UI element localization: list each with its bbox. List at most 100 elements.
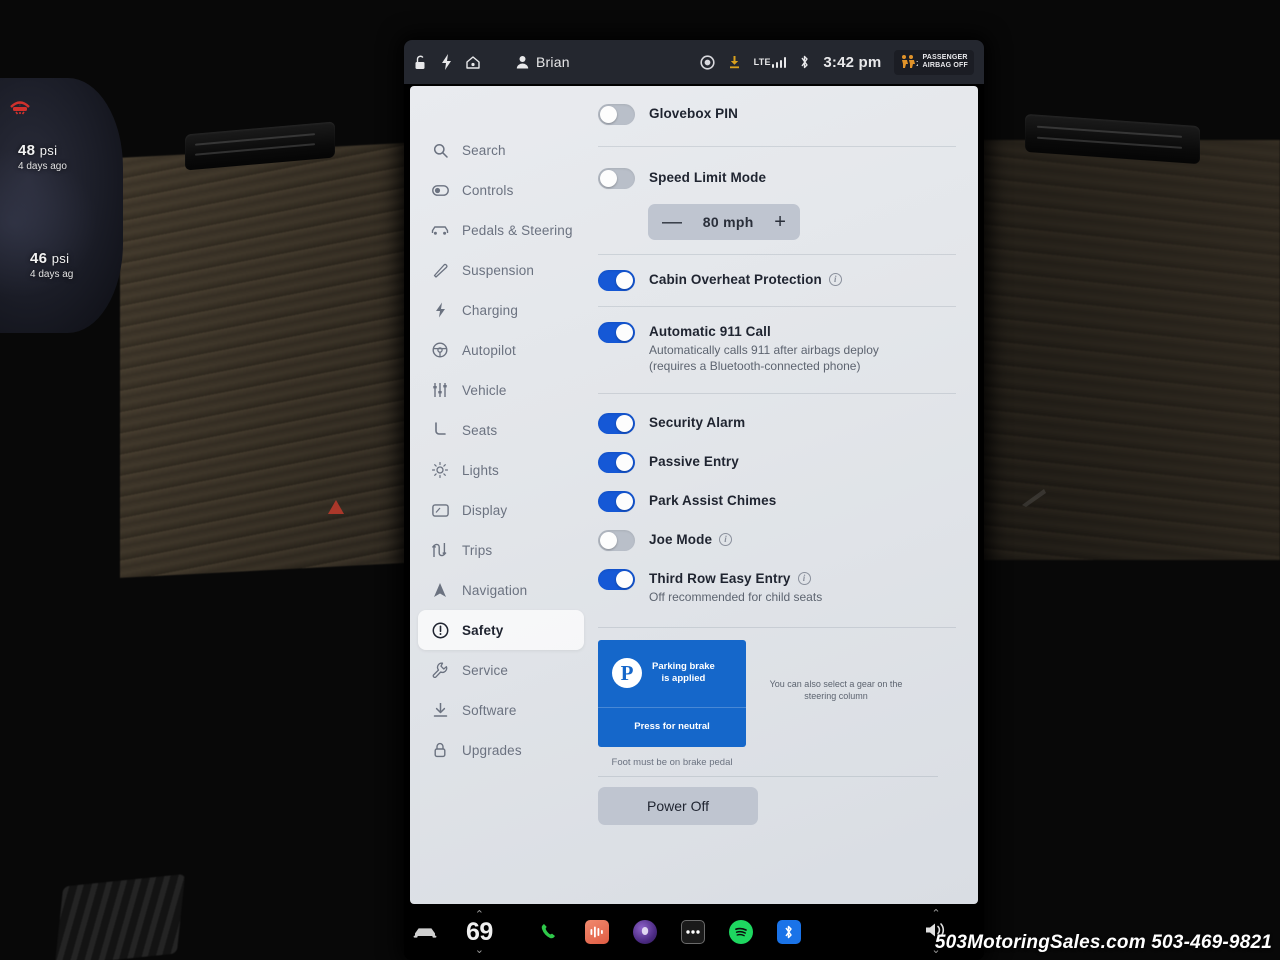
sidebar-item-label: Trips xyxy=(462,542,493,558)
profile-name: Brian xyxy=(536,54,570,70)
apps-icon[interactable] xyxy=(680,920,705,944)
setting-row-speed-limit-mode[interactable]: Speed Limit Mode xyxy=(598,159,956,198)
volume-up-chevron-icon[interactable]: ⌃ xyxy=(931,909,940,920)
speed-limit-mode-toggle[interactable] xyxy=(598,168,635,189)
airbag-figure-icon: 2 xyxy=(900,54,921,71)
setting-row-cabin-overheat-protection[interactable]: Cabin Overheat Protection i xyxy=(598,261,956,300)
cabin-overheat-protection-toggle[interactable] xyxy=(598,270,635,291)
gear-selector-section: P Parking brake is applied Press for neu… xyxy=(598,639,956,747)
sidebar-item-label: Lights xyxy=(462,462,499,478)
setting-label: Passive Entry xyxy=(649,454,739,470)
divider xyxy=(598,254,956,255)
profile-button[interactable]: Brian xyxy=(516,54,570,70)
sidebar-item-autopilot[interactable]: Autopilot xyxy=(418,330,584,370)
setting-row-third-row-easy-entry[interactable]: Third Row Easy Entry i Off recommended f… xyxy=(598,560,956,614)
setting-row-glovebox-pin[interactable]: Glovebox PIN xyxy=(598,86,956,134)
media-icon[interactable] xyxy=(584,920,609,944)
press-for-neutral-button[interactable]: Press for neutral xyxy=(598,708,746,746)
setting-row-joe-mode[interactable]: Joe Mode i xyxy=(598,521,956,560)
sidebar-item-lights[interactable]: Lights xyxy=(418,450,584,490)
sidebar-item-service[interactable]: Service xyxy=(418,650,584,690)
setting-description: Automatically calls 911 after airbags de… xyxy=(649,343,879,374)
bluetooth-icon[interactable] xyxy=(776,920,801,944)
instrument-cluster xyxy=(0,78,123,333)
settings-panel: Search Controls Pedals & Steering Suspen… xyxy=(410,86,978,904)
airbag-badge-text: PASSENGER AIRBAG OFF xyxy=(922,54,968,70)
temp-down-chevron-icon[interactable]: ⌄ xyxy=(475,944,484,955)
setting-label: Cabin Overheat Protection xyxy=(649,272,822,287)
park-assist-chimes-toggle[interactable] xyxy=(598,491,635,513)
sliders-icon xyxy=(431,381,449,399)
spotify-icon[interactable] xyxy=(728,920,753,944)
home-icon[interactable] xyxy=(465,55,481,70)
parking-brake-text: Parking brake is applied xyxy=(652,661,715,686)
sidebar-item-suspension[interactable]: Suspension xyxy=(418,250,584,290)
clock: 3:42 pm xyxy=(823,53,882,71)
download-icon[interactable] xyxy=(728,55,741,69)
svg-text:2: 2 xyxy=(916,60,918,68)
parking-brake-card[interactable]: P Parking brake is applied Press for neu… xyxy=(598,639,746,747)
setting-row-park-assist-chimes[interactable]: Park Assist Chimes xyxy=(598,482,956,521)
sidebar-item-display[interactable]: Display xyxy=(418,490,584,530)
sidebar-item-controls[interactable]: Controls xyxy=(418,170,584,210)
trips-icon xyxy=(431,541,449,559)
joe-mode-toggle[interactable] xyxy=(598,530,635,552)
passive-entry-toggle[interactable] xyxy=(598,452,635,474)
automatic-911-call-toggle[interactable] xyxy=(598,322,635,343)
suspension-icon xyxy=(431,261,449,279)
sidebar-item-vehicle[interactable]: Vehicle xyxy=(418,370,584,410)
accelerator-pedal xyxy=(54,873,186,960)
unlock-icon[interactable] xyxy=(414,55,428,70)
setting-label: Park Assist Chimes xyxy=(649,493,777,509)
rear-psi-value: 46 xyxy=(30,250,48,267)
lock-icon xyxy=(431,741,449,759)
parking-brake-line-2: is applied xyxy=(661,673,706,685)
browser-icon[interactable] xyxy=(632,920,657,944)
dealer-watermark: 503MotoringSales.com 503-469-9821 xyxy=(934,932,1272,953)
setting-description: Off recommended for child seats xyxy=(649,590,823,605)
phone-icon[interactable] xyxy=(537,920,561,944)
sidebar-item-label: Suspension xyxy=(462,262,535,278)
warning-icon xyxy=(431,621,449,639)
sidebar-item-safety[interactable]: Safety xyxy=(418,610,584,650)
sidebar-item-software[interactable]: Software xyxy=(418,690,584,730)
sidebar-item-navigation[interactable]: Navigation xyxy=(418,570,584,610)
sidebar-item-charging[interactable]: Charging xyxy=(418,290,584,330)
front-psi-value: 48 xyxy=(18,142,36,159)
info-icon[interactable]: i xyxy=(797,572,811,586)
power-off-button[interactable]: Power Off xyxy=(598,786,758,825)
toggle-icon xyxy=(431,181,449,199)
sidebar-item-seats[interactable]: Seats xyxy=(418,410,584,450)
info-icon[interactable]: i xyxy=(719,533,733,547)
setting-row-passive-entry[interactable]: Passive Entry xyxy=(598,443,956,482)
sidebar-item-upgrades[interactable]: Upgrades xyxy=(418,730,584,770)
cabin-temperature-control[interactable]: ⌃ 69 ⌄ xyxy=(466,909,493,955)
glovebox-pin-toggle[interactable] xyxy=(598,104,635,125)
sidebar-item-trips[interactable]: Trips xyxy=(418,530,584,570)
security-alarm-toggle[interactable] xyxy=(598,413,635,435)
setting-row-security-alarm[interactable]: Security Alarm xyxy=(598,404,956,443)
speed-limit-stepper[interactable]: — 80 mph + xyxy=(648,204,800,240)
bottom-dock: ⌃ 69 ⌄ ⌃ ⌄ xyxy=(404,904,984,960)
third-row-easy-entry-toggle[interactable] xyxy=(598,569,635,591)
setting-label: Automatic 911 Call xyxy=(649,324,771,339)
sidebar-item-label: Autopilot xyxy=(462,342,516,358)
setting-row-automatic-911-call[interactable]: Automatic 911 Call Automatically calls 9… xyxy=(598,313,956,383)
bluetooth-icon[interactable] xyxy=(799,54,810,70)
sidebar-item-search[interactable]: Search xyxy=(418,130,584,170)
park-badge-icon: P xyxy=(612,658,642,689)
speed-limit-value: 80 mph xyxy=(702,214,754,230)
divider xyxy=(598,626,956,628)
sidebar-item-label: Seats xyxy=(462,422,498,438)
info-icon[interactable]: i xyxy=(828,273,842,286)
status-badge-passenger-airbag: 2 PASSENGER AIRBAG OFF xyxy=(894,49,974,75)
decrement-button[interactable]: — xyxy=(662,212,682,232)
bolt-icon[interactable] xyxy=(441,54,452,70)
setting-label: Third Row Easy Entry xyxy=(649,571,791,587)
setting-label: Security Alarm xyxy=(649,415,746,431)
increment-button[interactable]: + xyxy=(774,212,786,232)
record-circle-icon[interactable] xyxy=(700,54,715,70)
sidebar-item-pedals-steering[interactable]: Pedals & Steering xyxy=(418,210,584,250)
dock-car-button[interactable] xyxy=(404,926,446,939)
settings-sidebar[interactable]: Search Controls Pedals & Steering Suspen… xyxy=(410,86,592,904)
